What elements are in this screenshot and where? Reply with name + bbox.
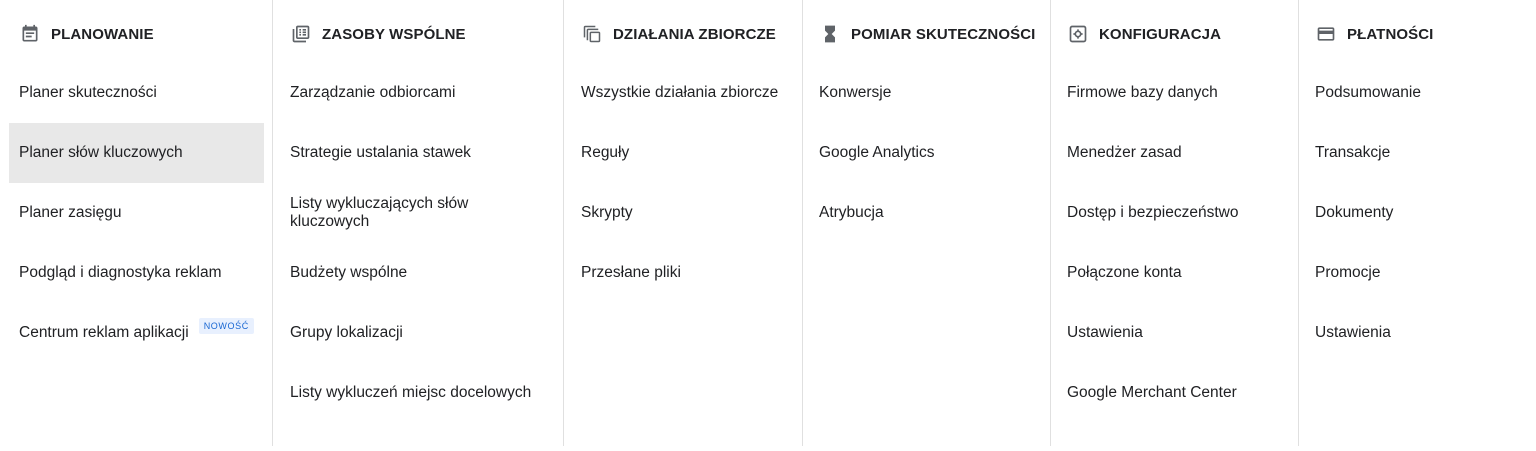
column-planowanie: PLANOWANIE Planer skuteczności Planer sł… [0, 0, 272, 446]
library-icon [290, 23, 312, 45]
menu-item-google-merchant-center[interactable]: Google Merchant Center [1051, 363, 1298, 423]
column-konfiguracja: KONFIGURACJA Firmowe bazy danych Menedże… [1050, 0, 1298, 446]
hourglass-icon [819, 23, 841, 45]
credit-card-icon [1315, 23, 1337, 45]
menu-item-dokumenty[interactable]: Dokumenty [1299, 183, 1536, 243]
menu-item-skrypty[interactable]: Skrypty [564, 183, 802, 243]
menu-item-label: Planer skuteczności [19, 84, 157, 101]
column-dzialania-zbiorcze: DZIAŁANIA ZBIORCZE Wszystkie działania z… [563, 0, 802, 446]
column-title: ZASOBY WSPÓLNE [322, 25, 466, 43]
menu-item-polaczone-konta[interactable]: Połączone konta [1051, 243, 1298, 303]
menu-item-konwersje[interactable]: Konwersje [803, 63, 1050, 123]
menu-item-label: Google Analytics [819, 144, 935, 161]
calendar-icon [19, 23, 41, 45]
menu-item-label: Podgląd i diagnostyka reklam [19, 264, 222, 281]
menu-item-zarzadzanie-odbiorcami[interactable]: Zarządzanie odbiorcami [273, 63, 563, 123]
menu-item-listy-wykluczen-miejsc[interactable]: Listy wykluczeń miejsc docelowych [273, 363, 563, 423]
column-header: KONFIGURACJA [1067, 0, 1221, 68]
menu-item-label: Przesłane pliki [581, 264, 681, 281]
menu-item-menedzer-zasad[interactable]: Menedżer zasad [1051, 123, 1298, 183]
menu-item-transakcje[interactable]: Transakcje [1299, 123, 1536, 183]
copy-layers-icon [581, 23, 603, 45]
menu-item-label: Konwersje [819, 84, 892, 101]
column-pomiar-skutecznosci: POMIAR SKUTECZNOŚCI Konwersje Google Ana… [802, 0, 1050, 446]
menu-item-label: Centrum reklam aplikacji [19, 324, 189, 341]
menu-item-podsumowanie[interactable]: Podsumowanie [1299, 63, 1536, 123]
item-list: Konwersje Google Analytics Atrybucja [803, 63, 1050, 243]
menu-item-ustawienia-platnosci[interactable]: Ustawienia [1299, 303, 1536, 363]
menu-item-label: Transakcje [1315, 144, 1391, 161]
column-title: KONFIGURACJA [1099, 25, 1222, 43]
menu-item-planer-skutecznosci[interactable]: Planer skuteczności [0, 63, 272, 123]
menu-item-label: Budżety wspólne [290, 264, 408, 281]
tools-menu: PLANOWANIE Planer skuteczności Planer sł… [0, 0, 1536, 451]
column-header: ZASOBY WSPÓLNE [290, 0, 466, 68]
menu-item-label: Wszystkie działania zbiorcze [581, 84, 779, 101]
column-title: PŁATNOŚCI [1347, 25, 1434, 43]
menu-item-label: Menedżer zasad [1067, 144, 1182, 161]
menu-item-label: Listy wykluczeń miejsc docelowych [290, 384, 532, 401]
menu-item-firmowe-bazy-danych[interactable]: Firmowe bazy danych [1051, 63, 1298, 123]
menu-item-wszystkie-dzialania-zbiorcze[interactable]: Wszystkie działania zbiorcze [564, 63, 802, 123]
column-header: PLANOWANIE [19, 0, 154, 68]
menu-item-label: Planer słów kluczowych [19, 144, 183, 161]
menu-item-strategie-ustalania-stawek[interactable]: Strategie ustalania stawek [273, 123, 563, 183]
menu-item-label: Promocje [1315, 264, 1381, 281]
menu-item-reguly[interactable]: Reguły [564, 123, 802, 183]
settings-box-icon [1067, 23, 1089, 45]
menu-item-google-analytics[interactable]: Google Analytics [803, 123, 1050, 183]
column-header: DZIAŁANIA ZBIORCZE [581, 0, 776, 68]
menu-item-label: Dokumenty [1315, 204, 1394, 221]
menu-item-label: Podsumowanie [1315, 84, 1421, 101]
menu-item-label: Atrybucja [819, 204, 884, 221]
menu-item-label: Zarządzanie odbiorcami [290, 84, 456, 101]
menu-item-label: Skrypty [581, 204, 633, 221]
menu-item-label: Połączone konta [1067, 264, 1182, 281]
menu-item-promocje[interactable]: Promocje [1299, 243, 1536, 303]
menu-item-planer-zasiegu[interactable]: Planer zasięgu [0, 183, 272, 243]
item-list: Wszystkie działania zbiorcze Reguły Skry… [564, 63, 802, 303]
menu-item-label: Reguły [581, 144, 630, 161]
menu-item-label: Ustawienia [1315, 324, 1391, 341]
menu-item-podglad-i-diagnostyka[interactable]: Podgląd i diagnostyka reklam [0, 243, 272, 303]
column-header: PŁATNOŚCI [1315, 0, 1433, 68]
menu-item-atrybucja[interactable]: Atrybucja [803, 183, 1050, 243]
menu-item-przeslane-pliki[interactable]: Przesłane pliki [564, 243, 802, 303]
menu-item-dostep-i-bezpieczenstwo[interactable]: Dostęp i bezpieczeństwo [1051, 183, 1298, 243]
column-title: DZIAŁANIA ZBIORCZE [613, 25, 776, 43]
menu-item-grupy-lokalizacji[interactable]: Grupy lokalizacji [273, 303, 563, 363]
item-list: Zarządzanie odbiorcami Strategie ustalan… [273, 63, 563, 423]
menu-item-label: Google Merchant Center [1067, 384, 1237, 401]
item-list: Planer skuteczności Planer słów kluczowy… [0, 63, 272, 363]
column-header: POMIAR SKUTECZNOŚCI [819, 0, 1035, 68]
item-list: Firmowe bazy danych Menedżer zasad Dostę… [1051, 63, 1298, 423]
new-badge: NOWOŚĆ [198, 318, 254, 334]
menu-item-planer-slow-kluczowych[interactable]: Planer słów kluczowych [9, 123, 264, 183]
column-title: PLANOWANIE [51, 25, 154, 43]
column-zasoby-wspolne: ZASOBY WSPÓLNE Zarządzanie odbiorcami St… [272, 0, 563, 446]
menu-item-label: Grupy lokalizacji [290, 324, 403, 341]
menu-item-label: Strategie ustalania stawek [290, 144, 471, 161]
menu-item-label: Planer zasięgu [19, 204, 122, 221]
menu-item-ustawienia-konfiguracja[interactable]: Ustawienia [1051, 303, 1298, 363]
menu-item-label: Listy wykluczających słów kluczowych [290, 195, 469, 230]
menu-item-label: Ustawienia [1067, 324, 1143, 341]
item-list: Podsumowanie Transakcje Dokumenty Promoc… [1299, 63, 1536, 363]
menu-item-listy-wykluczajacych-slow[interactable]: Listy wykluczających słów kluczowych [273, 183, 563, 243]
menu-item-budzety-wspolne[interactable]: Budżety wspólne [273, 243, 563, 303]
menu-item-label: Firmowe bazy danych [1067, 84, 1218, 101]
menu-item-label: Dostęp i bezpieczeństwo [1067, 204, 1239, 221]
menu-item-centrum-reklam-aplikacji[interactable]: Centrum reklam aplikacji NOWOŚĆ [0, 303, 272, 363]
column-title: POMIAR SKUTECZNOŚCI [851, 25, 1036, 43]
column-platnosci: PŁATNOŚCI Podsumowanie Transakcje Dokume… [1298, 0, 1536, 446]
